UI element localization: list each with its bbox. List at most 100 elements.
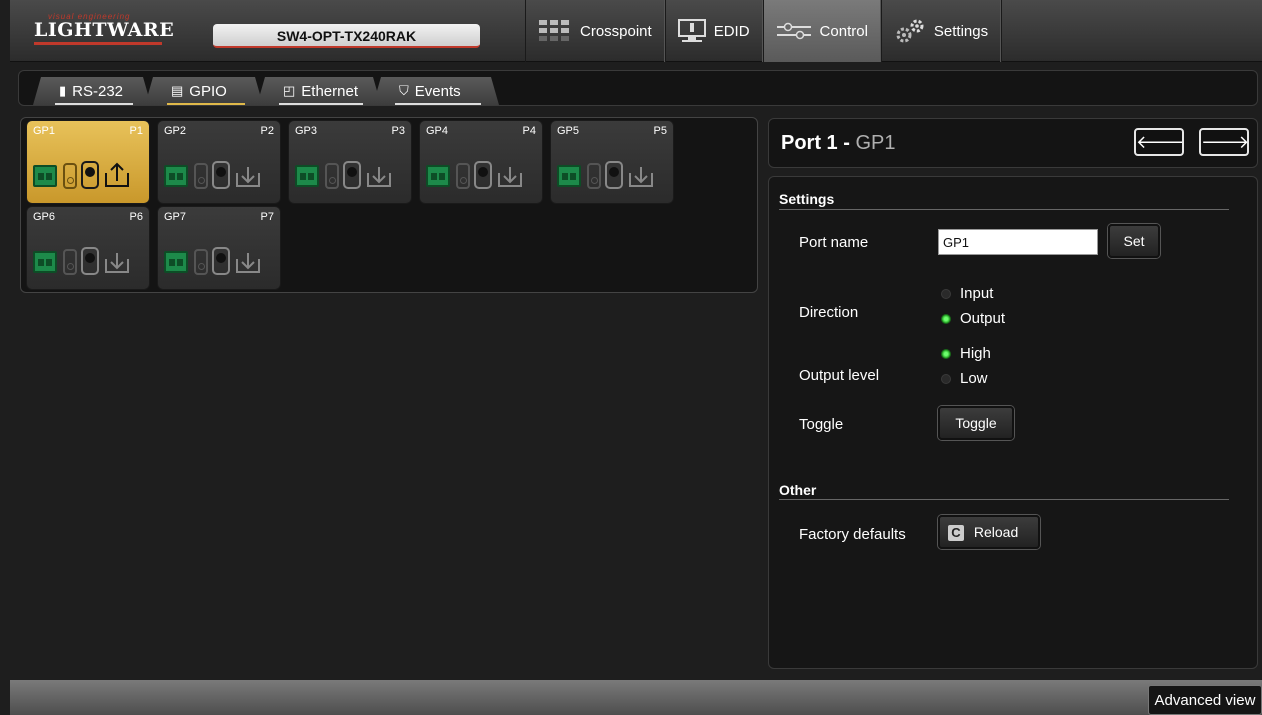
gpio-port-gp6[interactable]: GP6 P6 [26, 206, 150, 290]
subtab-label: Events [414, 82, 461, 100]
gpio-port-gp4[interactable]: GP4 P4 [419, 120, 543, 204]
settings-divider [779, 209, 1229, 210]
subtab-underline [167, 103, 245, 105]
radio-label: Low [960, 370, 988, 387]
port-name: GP7 [164, 211, 187, 223]
gpio-port-gp7[interactable]: GP7 P7 [157, 206, 281, 290]
input-arrow-icon [105, 253, 129, 273]
port-id: P7 [260, 211, 274, 223]
port-name: GP1 [33, 125, 56, 137]
bottom-bar [10, 680, 1262, 715]
port-id: P5 [653, 125, 667, 137]
port-title-separator: - [837, 132, 856, 154]
next-port-button[interactable]: 🡒 [1199, 128, 1249, 156]
radio-label: Input [960, 285, 994, 302]
device-name-label: SW4-OPT-TX240RAK [213, 24, 480, 48]
other-section-title: Other [779, 482, 817, 498]
control-slider-icon [776, 22, 811, 40]
connector-icon [557, 165, 581, 187]
logo-brand: LIGHTWARE [34, 19, 175, 41]
level-indicator-icon [605, 161, 623, 189]
port-title-number: Port 1 [781, 132, 838, 154]
nav-tab-edid[interactable]: EDID [664, 0, 763, 62]
gpio-port-gp3[interactable]: GP3 P3 [288, 120, 412, 204]
reload-button[interactable]: C Reload [938, 515, 1040, 549]
subtab-label: RS-232 [72, 82, 124, 100]
arrow-left-icon: 🡐 [1136, 132, 1185, 152]
gears-icon [896, 19, 924, 43]
port-detail-header: Port 1 - GP1 🡐 🡒 [768, 118, 1258, 168]
previous-port-button[interactable]: 🡐 [1134, 128, 1184, 156]
reload-icon: C [948, 525, 964, 542]
status-lamp-icon [63, 163, 77, 189]
direction-output-radio[interactable]: Output [941, 310, 1005, 327]
toggle-button[interactable]: Toggle [938, 406, 1014, 440]
nav-tab-crosspoint[interactable]: Crosspoint [525, 0, 665, 62]
level-low-radio[interactable]: Low [941, 370, 988, 387]
connector-icon [33, 251, 57, 273]
subtab-ethernet[interactable]: ◰ Ethernet [257, 77, 381, 105]
port-id: P2 [260, 125, 274, 137]
level-indicator-icon [343, 161, 361, 189]
nav-tab-label: EDID [713, 22, 750, 40]
direction-label: Direction [799, 304, 859, 321]
subtab-label: GPIO [189, 82, 227, 100]
input-arrow-icon [498, 167, 522, 187]
connector-icon [164, 251, 188, 273]
subtab-bar: ▮ RS-232 ▤ GPIO ◰ Ethernet ⛉ Events [18, 70, 1258, 106]
lightware-logo: visual engineering LIGHTWARE [34, 12, 174, 52]
port-name: GP2 [164, 125, 187, 137]
nav-tab-label: Crosspoint [580, 22, 652, 40]
toggle-label: Toggle [799, 416, 844, 433]
advanced-view-button[interactable]: Advanced view [1148, 685, 1262, 715]
port-id: P3 [391, 125, 405, 137]
port-name-label: Port name [799, 234, 869, 251]
gpio-connector-icon: ▤ [171, 83, 184, 98]
port-name: GP5 [557, 125, 580, 137]
input-arrow-icon [629, 167, 653, 187]
nav-tab-settings[interactable]: Settings [880, 0, 1002, 62]
port-id: P6 [129, 211, 143, 223]
subtab-events[interactable]: ⛉ Events [373, 77, 499, 105]
level-indicator-icon [212, 161, 230, 189]
level-indicator-icon [212, 247, 230, 275]
gpio-port-gp5[interactable]: GP5 P5 [550, 120, 674, 204]
port-detail-title: Port 1 - GP1 [781, 132, 896, 155]
subtab-gpio[interactable]: ▤ GPIO [145, 77, 263, 105]
port-settings-panel: Settings Port name Set Input Direction O… [768, 176, 1258, 669]
gpio-ports-panel: GP1 P1 GP2 P2 GP3 P3 GP4 P4 GP5 P5 GP6 P6 GP7 P7 [20, 117, 758, 293]
events-icon: ⛉ [399, 83, 409, 98]
gpio-port-gp2[interactable]: GP2 P2 [157, 120, 281, 204]
nav-tab-control[interactable]: Control [762, 0, 881, 62]
port-name-input[interactable] [938, 229, 1098, 255]
subtab-underline [395, 103, 481, 105]
gpio-port-gp1[interactable]: GP1 P1 [26, 120, 150, 204]
connector-icon [295, 165, 319, 187]
port-name: GP4 [426, 125, 449, 137]
serial-port-icon: ▮ [59, 83, 67, 98]
input-arrow-icon [236, 253, 260, 273]
port-title-name: GP1 [855, 132, 896, 154]
connector-icon [164, 165, 188, 187]
port-id: P4 [522, 125, 536, 137]
level-high-radio[interactable]: High [941, 345, 991, 362]
set-port-name-button[interactable]: Set [1108, 224, 1160, 258]
logo-underline [34, 42, 162, 45]
status-lamp-icon [325, 163, 339, 189]
direction-input-radio[interactable]: Input [941, 285, 993, 302]
subtab-label: Ethernet [301, 82, 359, 100]
ethernet-port-icon: ◰ [283, 83, 296, 98]
arrow-right-icon: 🡒 [1201, 132, 1250, 152]
port-name: GP6 [33, 211, 56, 223]
level-indicator-icon [81, 247, 99, 275]
top-bar: visual engineering LIGHTWARE SW4-OPT-TX2… [10, 0, 1262, 62]
nav-tab-label: Control [819, 22, 868, 40]
status-lamp-icon [194, 249, 208, 275]
radio-label: High [960, 345, 991, 362]
subtab-rs232[interactable]: ▮ RS-232 [33, 77, 151, 105]
level-indicator-icon [81, 161, 99, 189]
monitor-icon [677, 19, 706, 42]
radio-indicator [941, 313, 951, 324]
status-lamp-icon [587, 163, 601, 189]
status-lamp-icon [194, 163, 208, 189]
